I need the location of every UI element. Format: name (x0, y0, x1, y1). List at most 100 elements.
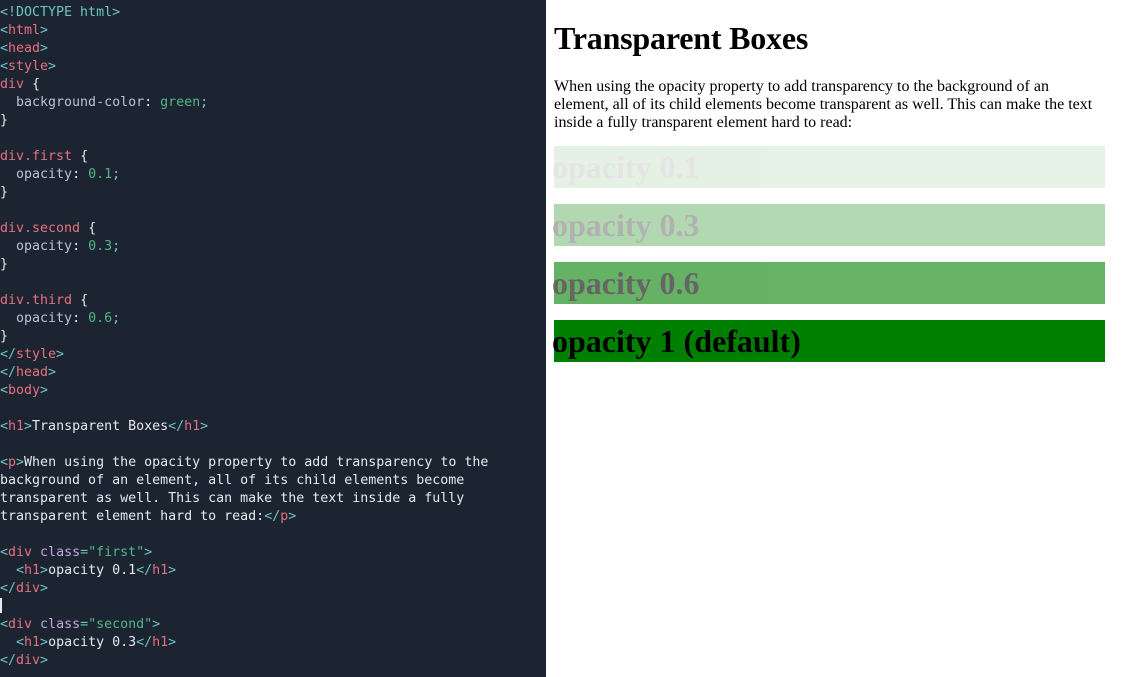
opacity-box: opacity 0.6 (552, 262, 1105, 305)
code-line[interactable]: <h1>Transparent Boxes</h1> (0, 418, 488, 436)
code-token: > (16, 455, 25, 470)
code-line[interactable]: <div class="second"> (0, 616, 488, 634)
code-token: } (0, 257, 9, 272)
code-token: </ (0, 365, 17, 380)
code-line[interactable]: </div> (0, 580, 488, 598)
code-token: < (0, 419, 9, 434)
code-line[interactable]: <div class="first"> (0, 544, 488, 562)
code-token: > (40, 581, 49, 596)
opacity-box-label: opacity 0.1 (552, 148, 700, 185)
code-line[interactable]: transparent element hard to read:</p> (0, 508, 488, 526)
code-line[interactable]: <p>When using the opacity property to ad… (0, 454, 488, 472)
code-token: > (200, 419, 209, 434)
code-token: : (144, 95, 161, 110)
code-token: < (0, 617, 9, 632)
code-token: transparent element hard to read: (0, 509, 265, 524)
code-line[interactable]: </style> (0, 346, 488, 364)
code-token: div.second (0, 221, 81, 236)
code-token: div (16, 653, 41, 668)
code-editor-pane[interactable]: <!DOCTYPE html> <html> <head> <style> div { … (0, 0, 546, 677)
opacity-box: opacity 1 (default) (552, 320, 1105, 363)
code-token: </ (136, 635, 153, 650)
code-line[interactable]: } (0, 112, 488, 130)
code-token: { (24, 77, 41, 92)
source-code[interactable]: <!DOCTYPE html> <html> <head> <style> div { … (0, 0, 488, 670)
code-line[interactable]: <h1>opacity 0.3</h1> (0, 634, 488, 652)
code-token: "first" (88, 545, 145, 560)
code-line[interactable]: } (0, 184, 488, 202)
code-token: { (72, 293, 89, 308)
code-line[interactable]: background-color: green; (0, 94, 488, 112)
preview-document: Transparent Boxes When using the opacity… (552, 0, 1105, 378)
code-line[interactable] (0, 436, 488, 454)
code-token: ; (112, 239, 121, 254)
code-line[interactable]: <h1>opacity 0.1</h1> (0, 562, 488, 580)
code-token: > (40, 653, 49, 668)
code-line[interactable]: div.third { (0, 292, 488, 310)
code-token: { (72, 149, 89, 164)
code-token: <!DOCTYPE html> (0, 5, 121, 20)
code-token: background-color (0, 95, 145, 110)
code-token: > (152, 617, 161, 632)
code-token: div.third (0, 293, 73, 308)
code-line[interactable]: } (0, 256, 488, 274)
code-line[interactable] (0, 400, 488, 418)
code-token: </ (0, 347, 17, 362)
code-token: background of an element, all of its chi… (0, 473, 465, 488)
code-token: class (32, 545, 81, 560)
code-line[interactable]: opacity: 0.6; (0, 310, 488, 328)
code-line[interactable]: opacity: 0.3; (0, 238, 488, 256)
code-line[interactable] (0, 130, 488, 148)
code-line[interactable]: <head> (0, 40, 488, 58)
opacity-box: opacity 0.3 (552, 203, 1105, 247)
opacity-box-label: opacity 0.3 (552, 206, 700, 243)
code-token: > (48, 365, 57, 380)
code-line[interactable]: opacity: 0.1; (0, 166, 488, 184)
code-line[interactable] (0, 274, 488, 292)
code-token: h1 (184, 419, 201, 434)
code-line[interactable] (0, 598, 488, 616)
code-token: div (8, 545, 33, 560)
code-token: transparent as well. This can make the t… (0, 491, 465, 506)
code-token: > (56, 347, 65, 362)
code-token: h1 (152, 563, 169, 578)
opacity-box-label: opacity 0.6 (552, 265, 700, 302)
code-line[interactable]: transparent as well. This can make the t… (0, 490, 488, 508)
code-token: < (0, 41, 9, 56)
code-editor-with-preview: <!DOCTYPE html> <html> <head> <style> div { … (0, 0, 1127, 677)
code-token: div (0, 77, 25, 92)
code-token: } (0, 113, 9, 128)
code-token: > (40, 635, 49, 650)
code-token: Transparent Boxes (32, 419, 169, 434)
code-line[interactable]: div.second { (0, 220, 488, 238)
code-token: </ (136, 563, 153, 578)
code-token: { (80, 221, 97, 236)
code-token: style (8, 59, 49, 74)
code-line[interactable]: div { (0, 76, 488, 94)
code-token: opacity 0.3 (48, 635, 137, 650)
code-line[interactable]: background of an element, all of its chi… (0, 472, 488, 490)
code-token: < (0, 545, 9, 560)
code-line[interactable]: </div> (0, 652, 488, 670)
preview-heading: Transparent Boxes (554, 20, 809, 56)
code-token: > (40, 383, 49, 398)
code-line[interactable] (0, 526, 488, 544)
code-token: When using the opacity property to add t… (24, 455, 489, 470)
code-token: > (168, 563, 177, 578)
code-token: class (32, 617, 81, 632)
code-line[interactable]: <body> (0, 382, 488, 400)
code-line[interactable] (0, 202, 488, 220)
code-line[interactable]: </head> (0, 364, 488, 382)
code-line[interactable]: <!DOCTYPE html> (0, 4, 488, 22)
code-token: < (0, 563, 25, 578)
code-line[interactable]: <html> (0, 22, 488, 40)
code-token: opacity (0, 239, 73, 254)
code-line[interactable]: } (0, 328, 488, 346)
code-token: opacity (0, 167, 73, 182)
code-token: ; (200, 95, 209, 110)
code-line[interactable]: <style> (0, 58, 488, 76)
code-token: > (24, 419, 33, 434)
rendered-preview-pane: Transparent Boxes When using the opacity… (546, 0, 1105, 677)
code-line[interactable]: div.first { (0, 148, 488, 166)
code-token: > (40, 563, 49, 578)
